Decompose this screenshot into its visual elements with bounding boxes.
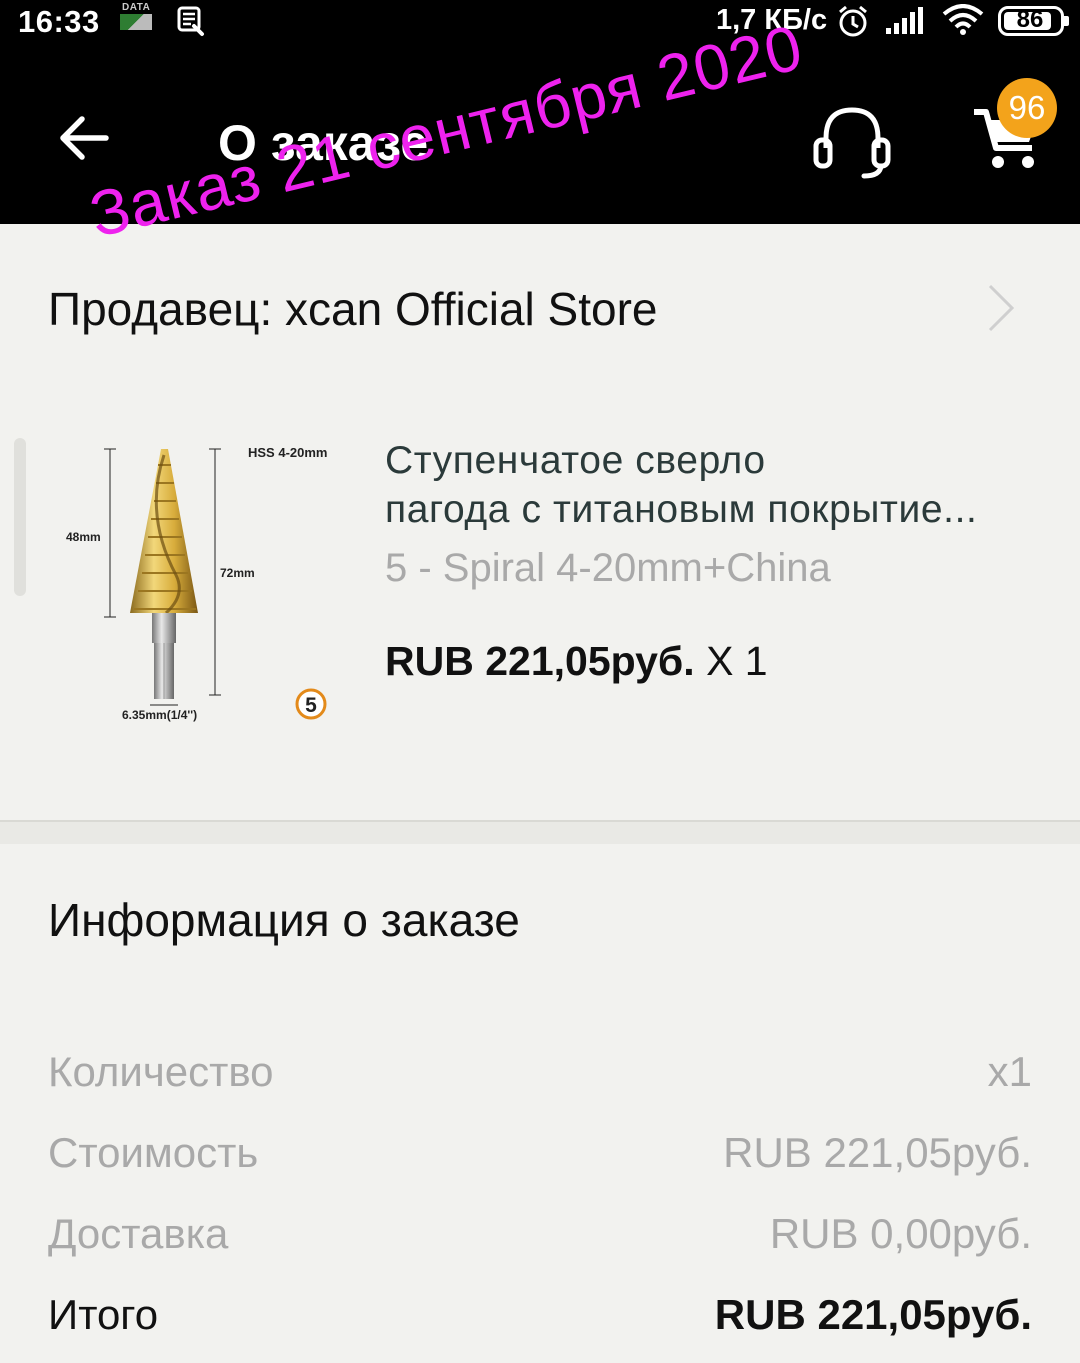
cost-label: Стоимость: [48, 1129, 259, 1176]
seller-row[interactable]: Продавец: xcan Official Store: [0, 224, 1080, 394]
product-price: RUB 221,05руб.: [385, 638, 695, 684]
product-title-line2: пагода с титановым покрытие...: [385, 488, 978, 531]
product-variant: 5 - Spiral 4-20mm+China: [385, 546, 831, 590]
status-time: 16:33: [18, 4, 100, 39]
product-image[interactable]: HSS 4-20mm 48mm 72mm 6.35mm(1/4'') 5: [58, 425, 358, 735]
back-arrow-icon[interactable]: [56, 110, 112, 166]
alarm-icon: [839, 5, 867, 37]
image-length-label: 48mm: [66, 530, 101, 544]
scroll-indicator: [14, 438, 26, 596]
section-divider: [0, 820, 1080, 844]
image-shank-label: 6.35mm(1/4''): [122, 708, 197, 722]
order-row-shipping: Доставка RUB 0,00руб.: [48, 1210, 1032, 1270]
cart-count-badge[interactable]: 96: [997, 78, 1057, 138]
total-label: Итого: [48, 1291, 159, 1338]
status-bar: 16:33 DATA 1,7 КБ/с 86: [0, 0, 1080, 46]
order-row-cost: Стоимость RUB 221,05руб.: [48, 1129, 1032, 1189]
wifi-icon: [942, 4, 984, 35]
chevron-right-icon: [988, 284, 1015, 332]
cost-value: RUB 221,05руб.: [723, 1129, 1032, 1176]
product-title[interactable]: Ступенчатое сверло пагода с титановым по…: [385, 436, 1035, 534]
quantity-value: x1: [987, 1048, 1032, 1095]
battery-level: 86: [1016, 6, 1044, 33]
order-row-total: Итого RUB 221,05руб.: [48, 1291, 1032, 1351]
signal-icon: [886, 7, 923, 34]
mobile-data-icon: DATA: [118, 2, 152, 32]
battery-icon: 86: [998, 6, 1069, 36]
mobile-data-label: DATA: [122, 2, 151, 13]
product-title-line1: Ступенчатое сверло: [385, 439, 766, 482]
order-row-quantity: Количество x1: [48, 1048, 1032, 1108]
product-quantity: X 1: [706, 638, 768, 684]
image-spec-label: HSS 4-20mm: [248, 445, 327, 460]
shipping-value: RUB 0,00руб.: [769, 1210, 1032, 1257]
seller-name: Продавец: xcan Official Store: [48, 283, 658, 335]
support-headset-icon[interactable]: [810, 102, 894, 180]
total-value: RUB 221,05руб.: [714, 1291, 1032, 1338]
app-notification-icon: [177, 6, 204, 36]
shipping-label: Доставка: [48, 1210, 229, 1257]
product-price-quantity: RUB 221,05руб. X 1: [385, 638, 768, 685]
order-info-title: Информация о заказе: [48, 894, 520, 946]
image-variant-badge: 5: [305, 694, 317, 717]
image-total-length-label: 72mm: [220, 566, 255, 580]
quantity-label: Количество: [48, 1048, 274, 1095]
